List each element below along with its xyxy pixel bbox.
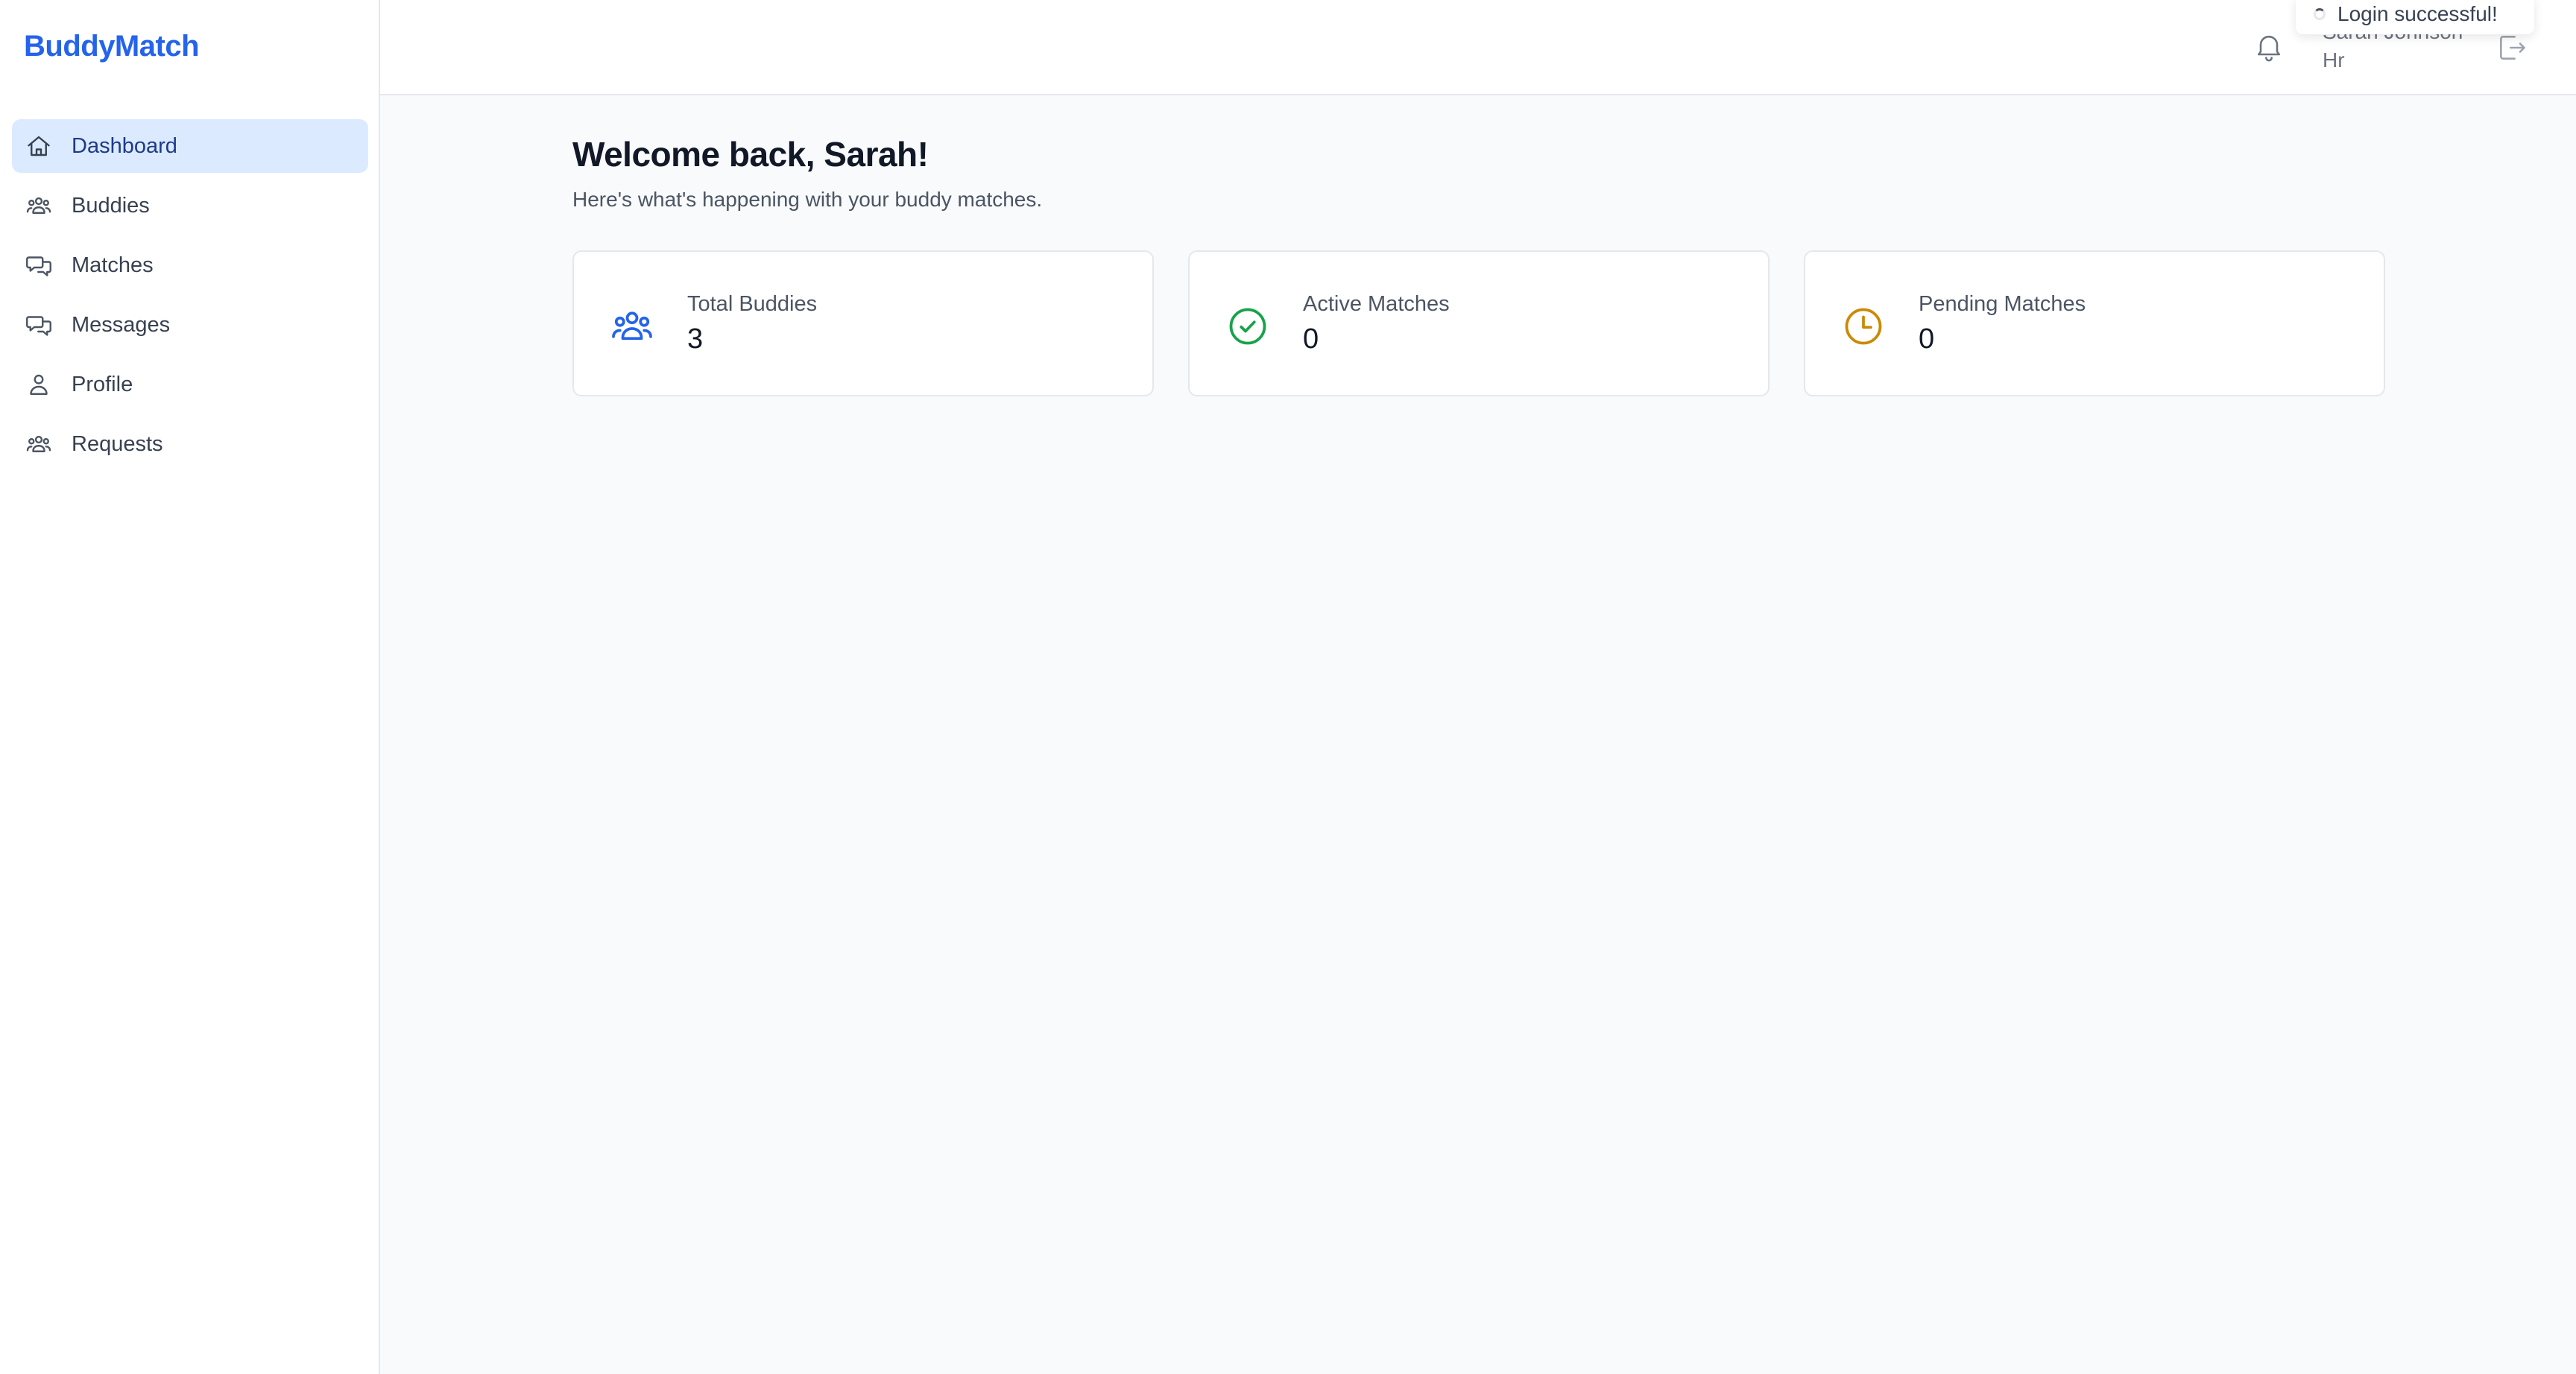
users-icon [24,191,54,221]
users-icon [610,304,654,349]
sidebar-item-profile[interactable]: Profile [12,358,368,411]
sidebar-item-label: Requests [72,431,163,456]
chat-bubbles-icon [24,310,54,340]
toast-message: Login successful! [2337,2,2498,25]
stat-value: 0 [1303,323,1319,355]
page-title: Welcome back, Sarah! [572,135,929,174]
sidebar: BuddyMatch Dashboard Buddies Matches Mes… [0,0,380,1374]
sidebar-item-label: Messages [72,312,171,337]
logout-icon[interactable] [2496,31,2528,64]
sidebar-item-buddies[interactable]: Buddies [12,179,368,232]
stat-label: Pending Matches [1919,292,2086,316]
top-header [380,0,2576,95]
sidebar-item-label: Buddies [72,193,150,218]
toast-notification: Login successful! [2296,0,2534,34]
user-icon [24,370,54,399]
page-subtitle: Here's what's happening with your buddy … [572,188,1043,211]
home-icon [24,131,54,161]
check-circle-icon [1225,304,1270,349]
sidebar-item-dashboard[interactable]: Dashboard [12,119,368,173]
stat-card-pending-matches: Pending Matches 0 [1804,250,2385,396]
stat-value: 0 [1919,323,1935,355]
loading-spinner-icon [2314,8,2326,20]
sidebar-item-requests[interactable]: Requests [12,417,368,471]
bell-icon[interactable] [2253,30,2285,63]
stat-label: Active Matches [1303,292,1450,316]
sidebar-item-matches[interactable]: Matches [12,238,368,292]
stat-card-total-buddies: Total Buddies 3 [572,250,1154,396]
sidebar-item-label: Matches [72,253,154,277]
clock-icon [1841,304,1886,349]
stat-card-active-matches: Active Matches 0 [1188,250,1770,396]
sidebar-nav: Dashboard Buddies Matches Messages Profi… [12,119,368,477]
stat-label: Total Buddies [687,292,818,316]
brand-logo[interactable]: BuddyMatch [24,30,200,63]
chat-bubbles-icon [24,250,54,280]
sidebar-item-label: Profile [72,372,133,396]
sidebar-item-label: Dashboard [72,133,177,158]
sidebar-item-messages[interactable]: Messages [12,298,368,352]
stats-cards: Total Buddies 3 Active Matches 0 Pending… [572,250,2385,396]
user-role: Hr [2323,48,2345,72]
stat-value: 3 [687,323,704,355]
users-icon [24,429,54,459]
